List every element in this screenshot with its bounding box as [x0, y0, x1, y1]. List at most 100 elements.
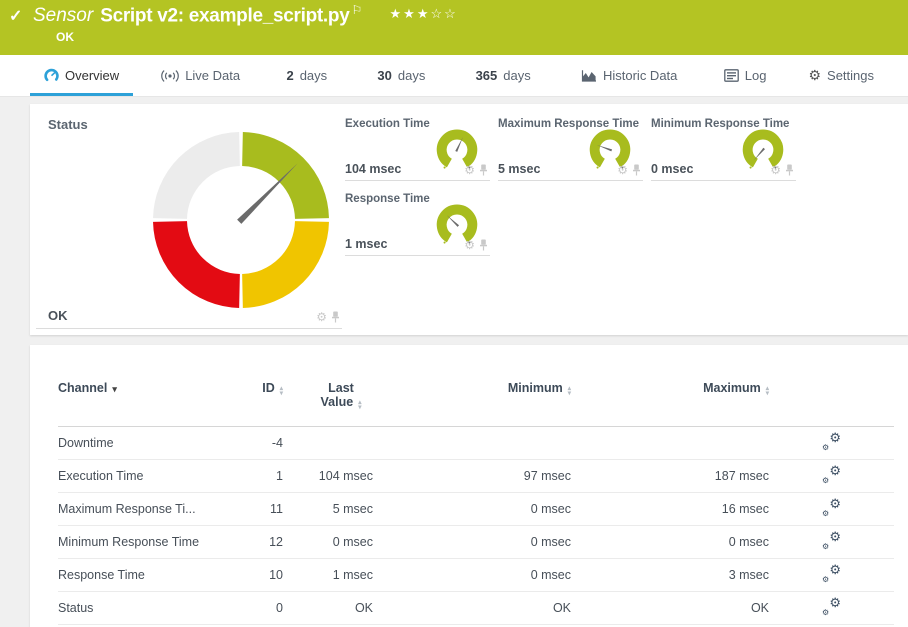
- channel-name-cell[interactable]: Minimum Response Time: [58, 526, 243, 559]
- column-header-id[interactable]: ID▴▾: [243, 375, 283, 427]
- column-header-maximum[interactable]: Maximum ▴▾: [571, 375, 769, 427]
- table-row[interactable]: Execution Time 1 104 msec 97 msec 187 ms…: [58, 460, 894, 493]
- page-title: Script v2: example_script.py: [100, 5, 349, 26]
- channel-minimum-cell: 97 msec: [373, 460, 571, 493]
- pin-icon[interactable]: [785, 164, 794, 176]
- channel-maximum-cell: 16 msec: [571, 493, 769, 526]
- table-row[interactable]: Status 0 OK OK OK ⚙⚙: [58, 592, 894, 625]
- status-gauge-title: Status: [48, 117, 88, 132]
- tab-live-data[interactable]: Live Data: [147, 55, 254, 96]
- priority-stars[interactable]: ★★★☆☆: [390, 6, 458, 21]
- channel-name-cell[interactable]: Maximum Response Ti...: [58, 493, 243, 526]
- gauge-settings-gear-icon[interactable]: ⚙: [464, 165, 475, 175]
- pin-icon[interactable]: [331, 311, 340, 323]
- edit-channel-gears-icon[interactable]: ⚙⚙: [822, 466, 841, 483]
- channel-name-cell[interactable]: Execution Time: [58, 460, 243, 493]
- channel-minimum-cell: 0 msec: [373, 559, 571, 592]
- tab-log[interactable]: Log: [710, 55, 781, 96]
- table-header-row: Channel ▾ ID▴▾ Last Value▴▾ Minimum ▴▾ Max…: [58, 375, 894, 427]
- gauge-card-execution-time: Execution Time 104 msec ⚙: [345, 118, 490, 181]
- channel-name-cell[interactable]: Response Time: [58, 559, 243, 592]
- gauge-settings-gear-icon[interactable]: ⚙: [770, 165, 781, 175]
- status-gauge-card: Status OK ⚙: [30, 104, 345, 335]
- channels-table: Channel ▾ ID▴▾ Last Value▴▾ Minimum ▴▾ Max…: [58, 375, 894, 625]
- gauge-settings-gear-icon[interactable]: ⚙: [464, 240, 475, 250]
- sensor-title-line: SensorScript v2: example_script.py⚐ ★★★☆…: [33, 3, 458, 27]
- column-header-last-value-label: Last Value: [321, 381, 354, 409]
- status-gauge-value: OK: [48, 308, 68, 323]
- edit-channel-gears-icon[interactable]: ⚙⚙: [822, 433, 841, 450]
- tab-365-days[interactable]: 365 days: [462, 55, 545, 96]
- tab-30-days-number: 30: [377, 68, 391, 83]
- channel-id-cell: 10: [243, 559, 283, 592]
- channel-last-value-cell: 1 msec: [283, 559, 373, 592]
- column-header-channel-label: Channel: [58, 381, 107, 395]
- tab-historic-data[interactable]: Historic Data: [567, 55, 691, 96]
- gauge-card-minimum-response-time: Minimum Response Time 0 msec ⚙: [651, 118, 796, 181]
- flag-icon[interactable]: ⚐: [351, 3, 362, 17]
- tab-overview-label: Overview: [65, 68, 119, 83]
- gauge-value: 0 msec: [651, 162, 693, 176]
- channel-name-cell[interactable]: Status: [58, 592, 243, 625]
- tab-overview[interactable]: Overview: [30, 55, 133, 96]
- pin-icon[interactable]: [479, 164, 488, 176]
- log-icon: [724, 69, 739, 82]
- sort-desc-icon: ▾: [112, 384, 117, 394]
- tab-365-days-unit: days: [503, 68, 530, 83]
- sort-icon: ▴▾: [568, 387, 571, 396]
- channel-id-cell: -4: [243, 427, 283, 460]
- gauges-panel: Status OK ⚙ Execution Time: [30, 104, 908, 335]
- tab-live-data-label: Live Data: [185, 68, 240, 83]
- edit-channel-gears-icon[interactable]: ⚙⚙: [822, 565, 841, 582]
- edit-channel-gears-icon[interactable]: ⚙⚙: [822, 499, 841, 516]
- channel-maximum-cell: 187 msec: [571, 460, 769, 493]
- pin-icon[interactable]: [479, 239, 488, 251]
- column-header-maximum-label: Maximum: [703, 381, 761, 395]
- gauge-settings-gear-icon[interactable]: ⚙: [316, 312, 327, 322]
- channels-panel: Channel ▾ ID▴▾ Last Value▴▾ Minimum ▴▾ Max…: [30, 345, 908, 627]
- column-header-minimum[interactable]: Minimum ▴▾: [373, 375, 571, 427]
- settings-gear-icon: ⚙: [808, 67, 821, 84]
- channel-id-cell: 0: [243, 592, 283, 625]
- historic-data-icon: [581, 69, 597, 82]
- table-row[interactable]: Minimum Response Time 12 0 msec 0 msec 0…: [58, 526, 894, 559]
- channel-minimum-cell: [373, 427, 571, 460]
- channel-last-value-cell: 5 msec: [283, 493, 373, 526]
- tab-settings[interactable]: ⚙ Settings: [794, 55, 888, 96]
- column-header-minimum-label: Minimum: [508, 381, 563, 395]
- table-row[interactable]: Response Time 10 1 msec 0 msec 3 msec ⚙⚙: [58, 559, 894, 592]
- gauge-needle: [446, 214, 459, 226]
- table-row[interactable]: Maximum Response Ti... 11 5 msec 0 msec …: [58, 493, 894, 526]
- sensor-header: ✓ SensorScript v2: example_script.py⚐ ★★…: [0, 0, 908, 55]
- tab-2-days[interactable]: 2 days: [272, 55, 341, 96]
- live-data-icon: [161, 69, 179, 83]
- channel-maximum-cell: OK: [571, 592, 769, 625]
- edit-channel-gears-icon[interactable]: ⚙⚙: [822, 532, 841, 549]
- channel-name-cell[interactable]: Downtime: [58, 427, 243, 460]
- channel-id-cell: 11: [243, 493, 283, 526]
- pin-icon[interactable]: [632, 164, 641, 176]
- channel-last-value-cell: [283, 427, 373, 460]
- channel-last-value-cell: 104 msec: [283, 460, 373, 493]
- table-row[interactable]: Downtime -4 ⚙⚙: [58, 427, 894, 460]
- channel-maximum-cell: [571, 427, 769, 460]
- gauge-card-response-time: Response Time 1 msec ⚙: [345, 193, 490, 256]
- channel-last-value-cell: OK: [283, 592, 373, 625]
- gauge-settings-gear-icon[interactable]: ⚙: [617, 165, 628, 175]
- status-donut-gauge: [151, 130, 331, 310]
- tab-30-days[interactable]: 30 days: [363, 55, 439, 96]
- channel-maximum-cell: 3 msec: [571, 559, 769, 592]
- tab-log-label: Log: [745, 68, 767, 83]
- channel-minimum-cell: OK: [373, 592, 571, 625]
- sensor-status-text: OK: [56, 30, 74, 44]
- gauge-value: 5 msec: [498, 162, 540, 176]
- edit-channel-gears-icon[interactable]: ⚙⚙: [822, 598, 841, 615]
- mini-gauges-grid: Execution Time 104 msec ⚙ Maximum Respon…: [345, 104, 796, 335]
- tab-2-days-number: 2: [286, 68, 293, 83]
- column-header-channel[interactable]: Channel ▾: [58, 375, 243, 427]
- gauge-value: 1 msec: [345, 237, 387, 251]
- channel-last-value-cell: 0 msec: [283, 526, 373, 559]
- tab-2-days-unit: days: [300, 68, 327, 83]
- column-header-last-value[interactable]: Last Value▴▾: [283, 375, 373, 427]
- column-header-edit: [769, 375, 894, 427]
